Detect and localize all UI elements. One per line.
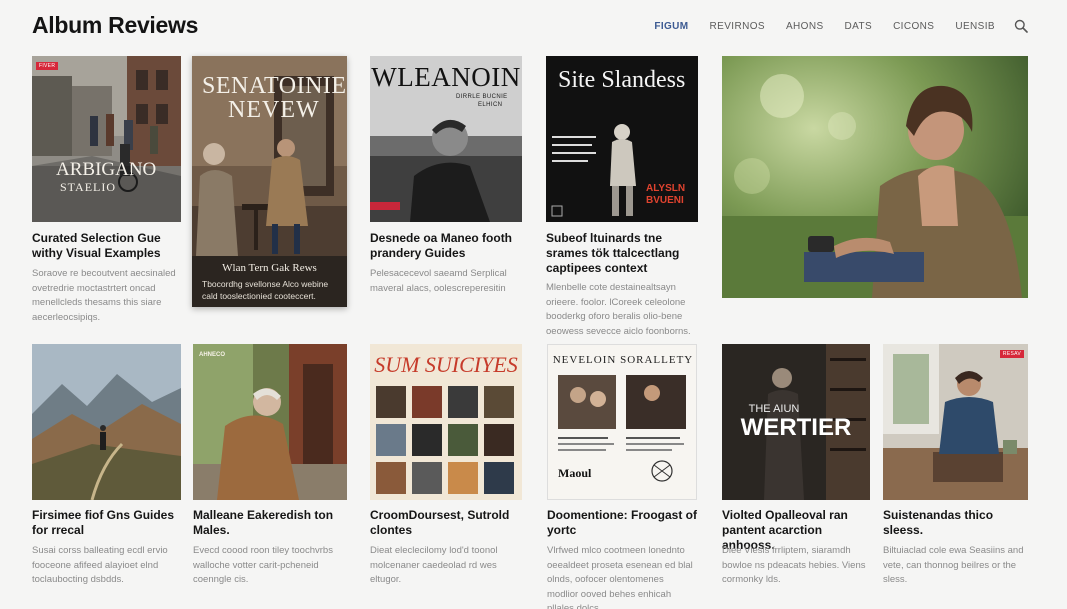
cover-title: ARBIGANO — [56, 159, 157, 180]
search-icon — [1014, 19, 1028, 33]
review-card-7[interactable]: AHNECO Malleane Eakeredish ton Males. Ev… — [193, 344, 348, 604]
card-description: Dieat eleclecilomy lod'd toonol molcenan… — [370, 545, 498, 585]
card-badge: RESAV — [999, 350, 1024, 358]
nav-link-4[interactable]: DATS — [845, 21, 873, 32]
card-image: Site Slandess ALYSLN BVUENI — [546, 56, 698, 222]
card-image: SUM SUICIYES — [370, 344, 522, 500]
site-header: Album Reviews FIGUM REVIRNOS AHONS DATS … — [0, 0, 1067, 52]
nav-link-6[interactable]: UENSIB — [955, 21, 995, 32]
nav-link-2[interactable]: REVIRNOS — [710, 21, 765, 32]
card-title[interactable]: Desnede oa Maneo footh prandery Guides — [370, 231, 520, 261]
cover-subtitle: STAELIO — [60, 180, 117, 194]
card-image: NEVELOIN SORALLETY Maoul — [547, 344, 697, 500]
cover-highlight-2: BVUENI — [646, 195, 684, 206]
card-description: Biltuiaclad cole ewa Seasiins and vete, … — [883, 545, 1024, 585]
card-image — [722, 56, 1028, 298]
cover-title: AHNECO — [199, 352, 226, 358]
card-badge: FIVER — [36, 62, 59, 70]
cover-title: NEVELOIN SORALLETY — [552, 354, 694, 366]
doorway-man-image — [193, 344, 347, 500]
main-nav: FIGUM REVIRNOS AHONS DATS CICONS UENSIB — [633, 18, 1029, 34]
card-description: Pelesacecevol saeamd Serplical maveral a… — [370, 268, 507, 294]
card-image — [32, 344, 181, 500]
review-card-10[interactable]: THE AIUN WERTIER Violted Opalleoval ran … — [722, 344, 872, 604]
card-description: Dlee Viesls frrliptem, siaramdh bowloe n… — [722, 545, 866, 585]
card-caption-title: Wlan Tern Gak Rews — [222, 262, 317, 274]
nav-link-5[interactable]: CICONS — [893, 21, 934, 32]
card-title[interactable]: CroomDoursest, Sutrold clontes — [370, 508, 520, 538]
card-image: RESAV — [883, 344, 1028, 500]
nav-link-1[interactable]: FIGUM — [654, 21, 688, 32]
card-title[interactable]: Malleane Eakeredish ton Males. — [193, 508, 343, 538]
cover-logo: Maoul — [558, 466, 592, 480]
card-title[interactable]: Doomentione: Froogast of yortc — [547, 508, 697, 538]
card-image: THE AIUN WERTIER — [722, 344, 870, 500]
card-title[interactable]: Curated Selection Gue withy Visual Examp… — [32, 231, 182, 261]
site-title: Album Reviews — [32, 12, 199, 38]
card-description: Soraove re becoutvent aecsinaled ovetred… — [32, 268, 176, 323]
desk-writer-image — [883, 344, 1028, 500]
card-caption-description: Tbocordhg svellonse Alco webine cald too… — [202, 279, 329, 301]
cover-title: Site Slandess — [558, 67, 686, 93]
card-image: SENATOINIE NEVEW — [192, 56, 347, 256]
cover-title: SUM SUICIYES — [374, 352, 518, 377]
cover-tagline: ELHICN — [478, 102, 503, 108]
cover-title: SENATOINIE — [202, 73, 347, 99]
card-image: AHNECO — [193, 344, 347, 500]
review-card-1[interactable]: FIVER ARBIGANO STAELIO Curated Selection… — [32, 56, 182, 326]
card-description: Mlenbelle cote destainealtsayn orieere. … — [546, 282, 691, 337]
review-card-8[interactable]: SUM SUICIYES CroomDoursest, Sutrold clon… — [370, 344, 522, 604]
review-card-6[interactable]: Firsimee fiof Gns Guides for rrecal Susa… — [32, 344, 182, 604]
cover-title: WLEANOIN — [371, 62, 521, 92]
street-scene-image — [32, 56, 181, 222]
review-card-2[interactable]: SENATOINIE NEVEW Wlan Tern Gak Rews Tboc… — [192, 56, 347, 307]
card-image: FIVER ARBIGANO STAELIO — [32, 56, 181, 222]
nav-link-3[interactable]: AHONS — [786, 21, 824, 32]
card-title[interactable]: Subeof ltuinards tne srames tök ttalcect… — [546, 231, 698, 276]
search-button[interactable] — [1013, 18, 1029, 34]
card-description: Susai corss balleating ecdl ervio fooceo… — [32, 545, 168, 585]
park-reader-image — [722, 56, 1028, 298]
cover-highlight-1: ALYSLN — [646, 183, 686, 194]
mountain-hiker-image — [32, 344, 181, 500]
card-image: WLEANOIN DIRRLE BUCNIE ELHICN — [370, 56, 522, 222]
review-card-4[interactable]: Site Slandess ALYSLN BVUENI Subeof ltuin… — [546, 56, 698, 337]
review-card-3[interactable]: WLEANOIN DIRRLE BUCNIE ELHICN Desnede oa… — [370, 56, 522, 316]
card-description: Vlrfwed mlco cootmeen lonednto oeealdeet… — [547, 545, 693, 609]
review-card-9[interactable]: NEVELOIN SORALLETY Maoul Doomentione: Fr… — [547, 344, 697, 609]
card-description: Evecd coood roon tiley toochvrbs walloch… — [193, 545, 333, 585]
card-title[interactable]: Firsimee fiof Gns Guides for rrecal — [32, 508, 182, 538]
review-card-5[interactable] — [722, 56, 1028, 298]
cover-subtitle: NEVEW — [228, 97, 320, 123]
cover-subtitle: DIRRLE BUCNIE — [456, 94, 508, 100]
card-title[interactable]: Suistenandas thico sleess. — [883, 508, 1028, 538]
cover-subtitle: WERTIER — [740, 414, 852, 441]
review-card-11[interactable]: RESAV Suistenandas thico sleess. Biltuia… — [883, 344, 1028, 604]
